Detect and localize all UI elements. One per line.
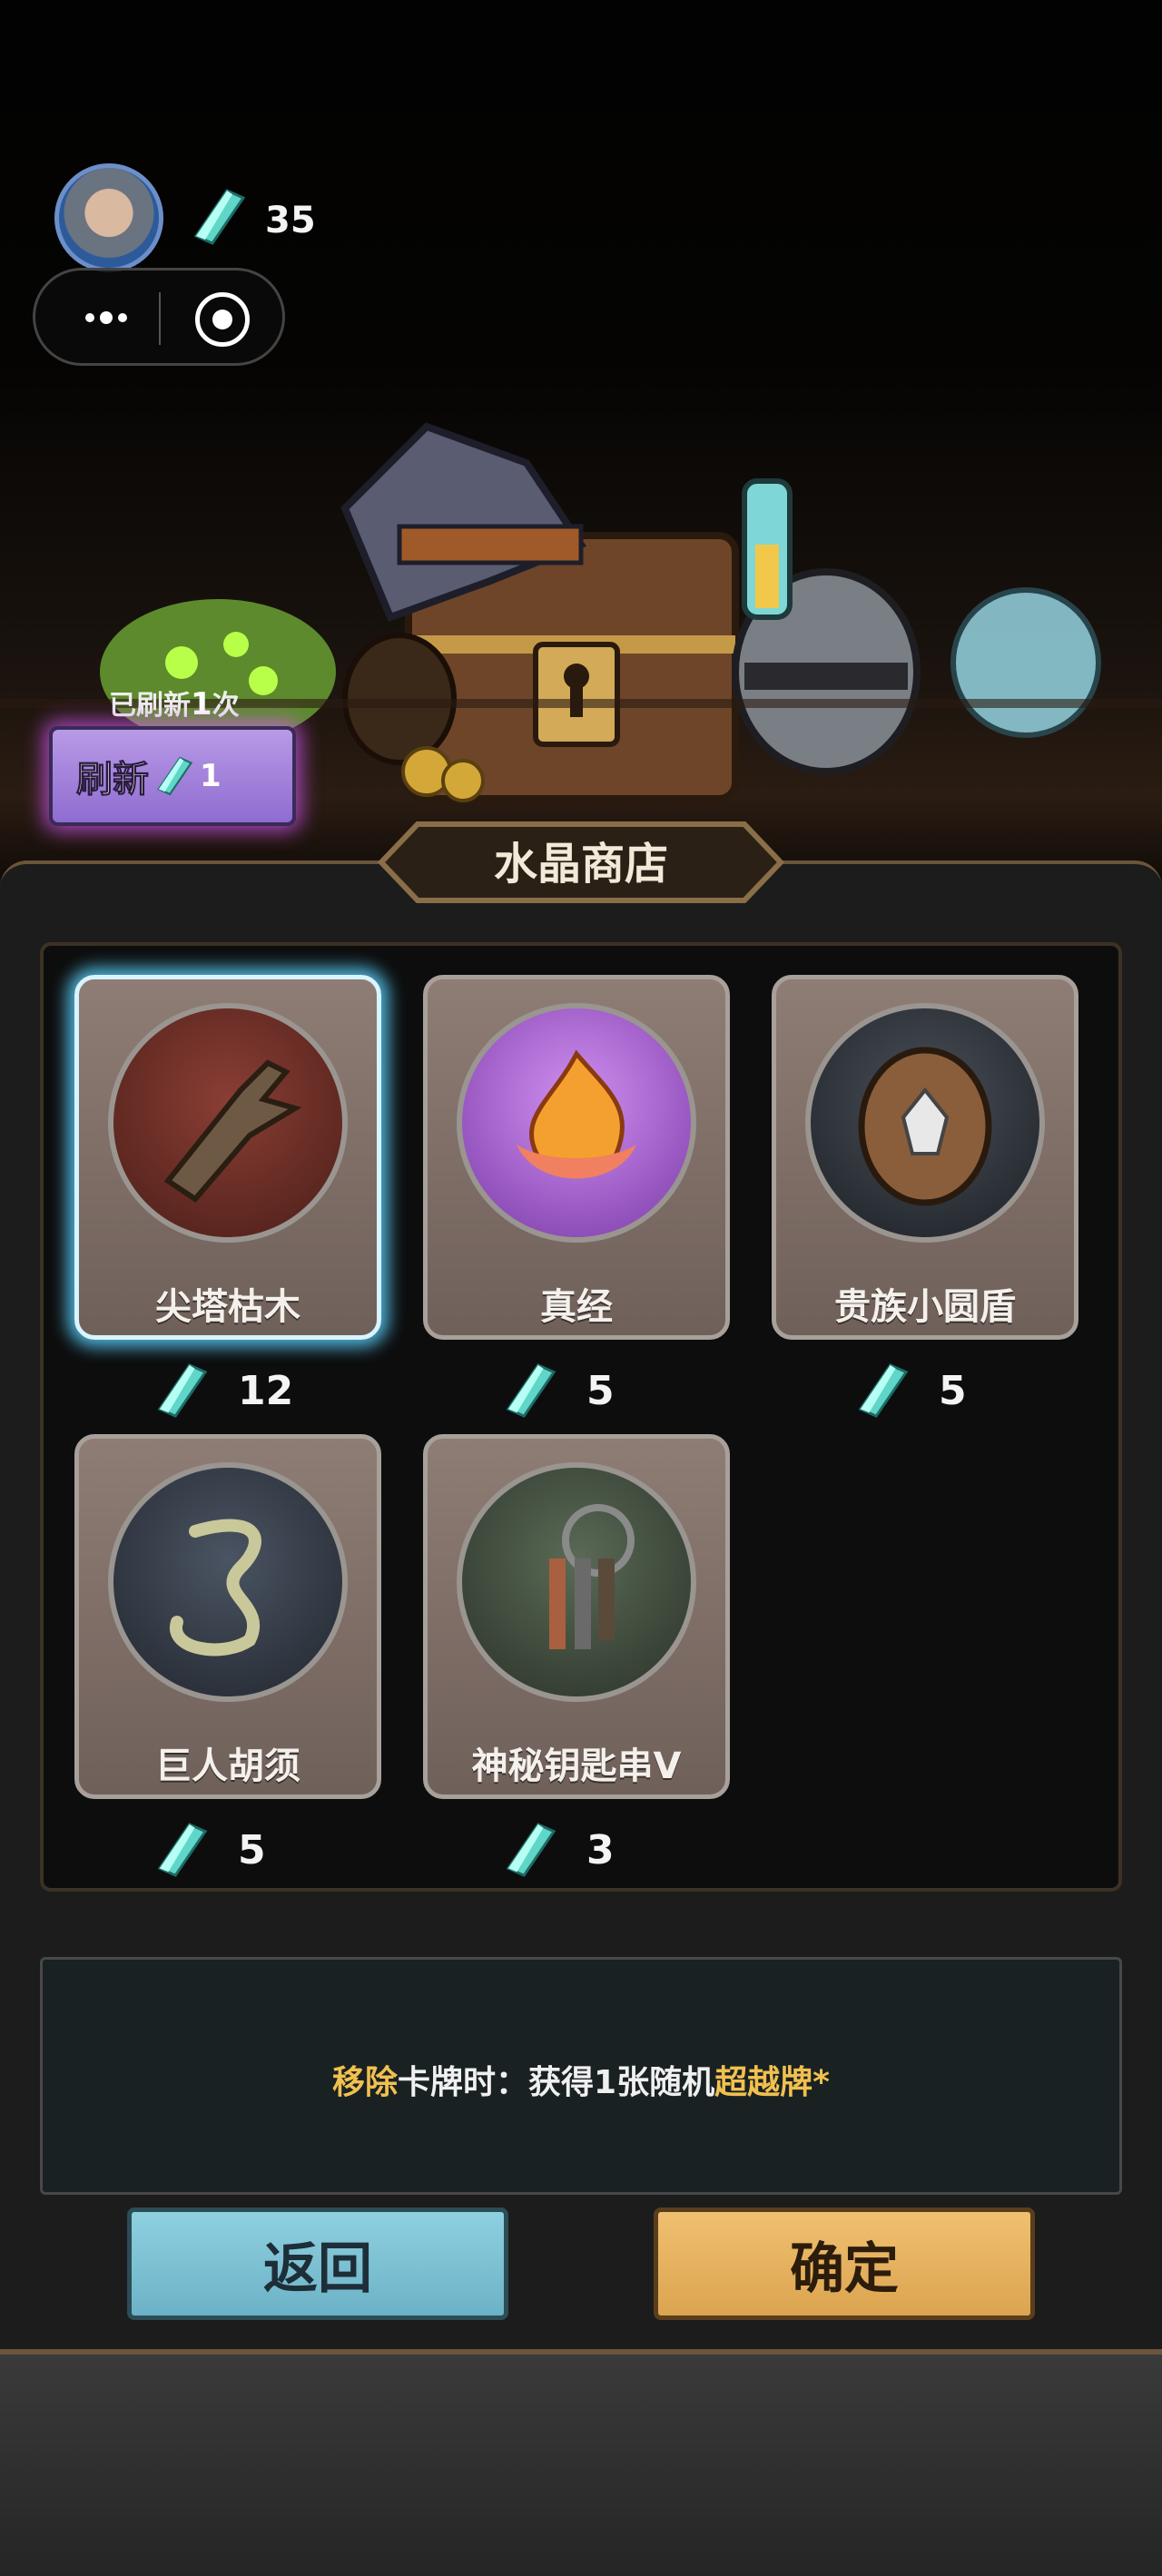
item-price: 5	[153, 1823, 266, 1877]
dead-wood-icon	[108, 1003, 348, 1243]
price-value: 3	[586, 1826, 615, 1873]
crystal-icon	[506, 1363, 556, 1418]
price-value: 5	[586, 1367, 615, 1414]
item-name: 真经	[540, 1286, 613, 1328]
crystal-icon	[506, 1823, 556, 1877]
refresh-label: 刷新	[76, 759, 150, 801]
item-name: 巨人胡须	[155, 1745, 300, 1787]
shop-item-card[interactable]: 巨人胡须	[74, 1434, 381, 1799]
crystal-icon	[858, 1363, 909, 1418]
flame-lotus-icon	[457, 1003, 696, 1243]
crystal-icon	[157, 1823, 208, 1877]
refresh-count-note: 已刷新1次	[109, 686, 240, 723]
back-button[interactable]: 返回	[127, 2207, 508, 2320]
crystal-icon	[157, 1363, 208, 1418]
key-ring-icon	[457, 1462, 696, 1702]
bottom-rock-band	[0, 2349, 1162, 2576]
item-price: 3	[501, 1823, 615, 1877]
item-description-box: 移除卡牌时：获得1张随机超越牌*	[40, 1957, 1122, 2195]
item-name: 尖塔枯木	[155, 1286, 300, 1328]
confirm-button[interactable]: 确定	[654, 2207, 1035, 2320]
more-dots-icon[interactable]	[61, 290, 152, 345]
price-value: 5	[238, 1826, 266, 1873]
item-price: 5	[853, 1363, 967, 1418]
item-price: 12	[153, 1363, 293, 1418]
crystal-icon	[193, 189, 245, 245]
shop-item-card[interactable]: 尖塔枯木	[74, 975, 381, 1340]
mini-program-capsule	[33, 268, 285, 366]
item-name: 神秘钥匙串V	[471, 1745, 682, 1787]
shop-item-card[interactable]: 真经	[423, 975, 730, 1340]
price-value: 12	[238, 1367, 294, 1414]
shop-item-card[interactable]: 贵族小圆盾	[772, 975, 1078, 1340]
item-price: 5	[501, 1363, 615, 1418]
item-description: 移除卡牌时：获得1张随机超越牌*	[332, 2064, 830, 2101]
refresh-cost: 1	[200, 758, 222, 794]
price-value: 5	[939, 1367, 967, 1414]
round-shield-icon	[805, 1003, 1045, 1243]
shop-title: 水晶商店	[493, 839, 668, 890]
giant-beard-icon	[108, 1462, 348, 1702]
refresh-button[interactable]: 刷新 1	[49, 726, 296, 826]
target-circle-icon[interactable]	[195, 292, 250, 347]
shop-item-card[interactable]: 神秘钥匙串V	[423, 1434, 730, 1799]
crystal-icon	[157, 756, 192, 796]
crystal-count: 35	[265, 200, 316, 241]
capsule-divider	[159, 292, 161, 345]
item-name: 贵族小圆盾	[834, 1286, 1016, 1328]
player-avatar[interactable]	[54, 163, 163, 272]
